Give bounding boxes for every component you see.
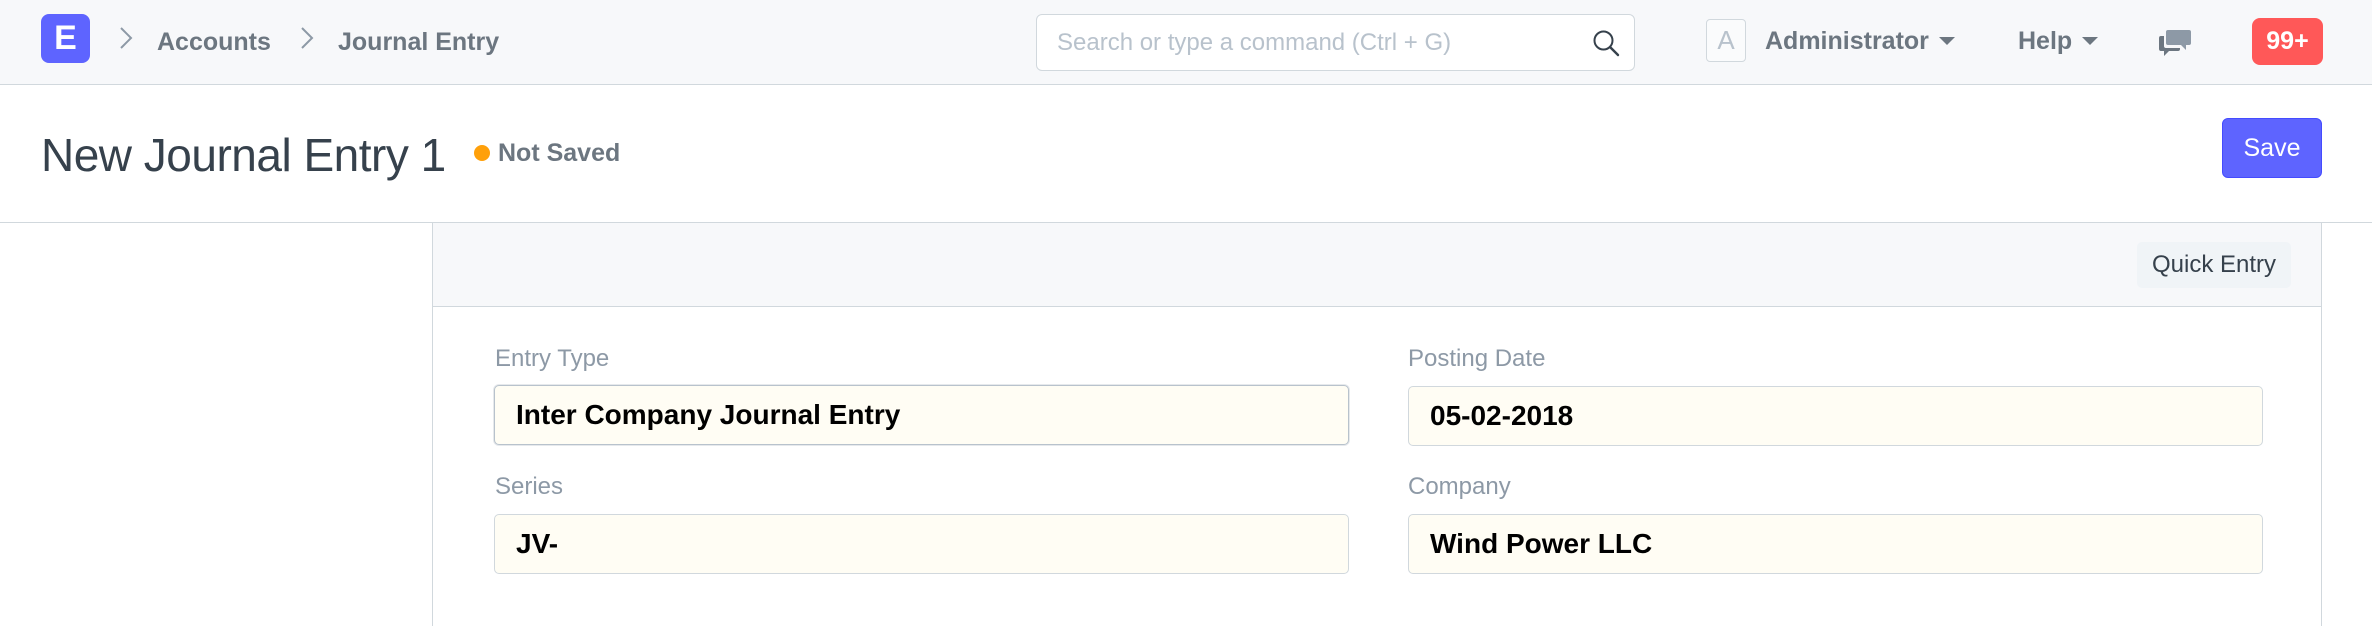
entry-type-label: Entry Type [495, 345, 610, 372]
form-toolbar: Quick Entry [433, 223, 2321, 307]
avatar[interactable]: A [1706, 19, 1746, 62]
series-label: Series [495, 473, 564, 500]
page-head: New Journal Entry 1 Not Saved Save [0, 85, 2372, 223]
search-input[interactable] [1057, 15, 1597, 70]
posting-date-field[interactable]: 05-02-2018 [1408, 386, 2263, 446]
save-button[interactable]: Save [2222, 118, 2322, 178]
quick-entry-button[interactable]: Quick Entry [2137, 242, 2291, 288]
navbar: E Accounts Journal Entry A Administrator… [0, 0, 2372, 85]
company-field[interactable]: Wind Power LLC [1408, 514, 2263, 574]
company-label: Company [1408, 473, 1511, 500]
help-menu-label: Help [2018, 27, 2073, 55]
status-dot-icon [474, 145, 490, 161]
caret-down-icon [2082, 37, 2099, 45]
user-menu-label: Administrator [1765, 27, 1929, 55]
form-layout: Quick Entry Entry Type Inter Company Jou… [432, 223, 2322, 626]
status-indicator: Not Saved [498, 139, 621, 167]
search-icon[interactable] [1592, 29, 1620, 57]
help-menu[interactable]: Help [2018, 22, 2099, 60]
series-select[interactable]: JV- [494, 514, 1349, 574]
breadcrumb-accounts[interactable]: Accounts [157, 25, 271, 59]
breadcrumb-journal-entry[interactable]: Journal Entry [338, 25, 499, 59]
caret-down-icon [1938, 37, 1955, 45]
entry-type-select[interactable]: Inter Company Journal Entry [494, 385, 1349, 445]
user-menu[interactable]: Administrator [1765, 22, 1955, 60]
notification-badge[interactable]: 99+ [2252, 18, 2323, 65]
chevron-right-icon [119, 26, 133, 50]
chat-icon[interactable] [2158, 27, 2192, 59]
page-title: New Journal Entry 1 [41, 129, 446, 181]
app-logo[interactable]: E [41, 14, 90, 63]
chevron-right-icon [300, 26, 314, 50]
posting-date-label: Posting Date [1408, 345, 1546, 372]
search-box [1036, 14, 1635, 71]
